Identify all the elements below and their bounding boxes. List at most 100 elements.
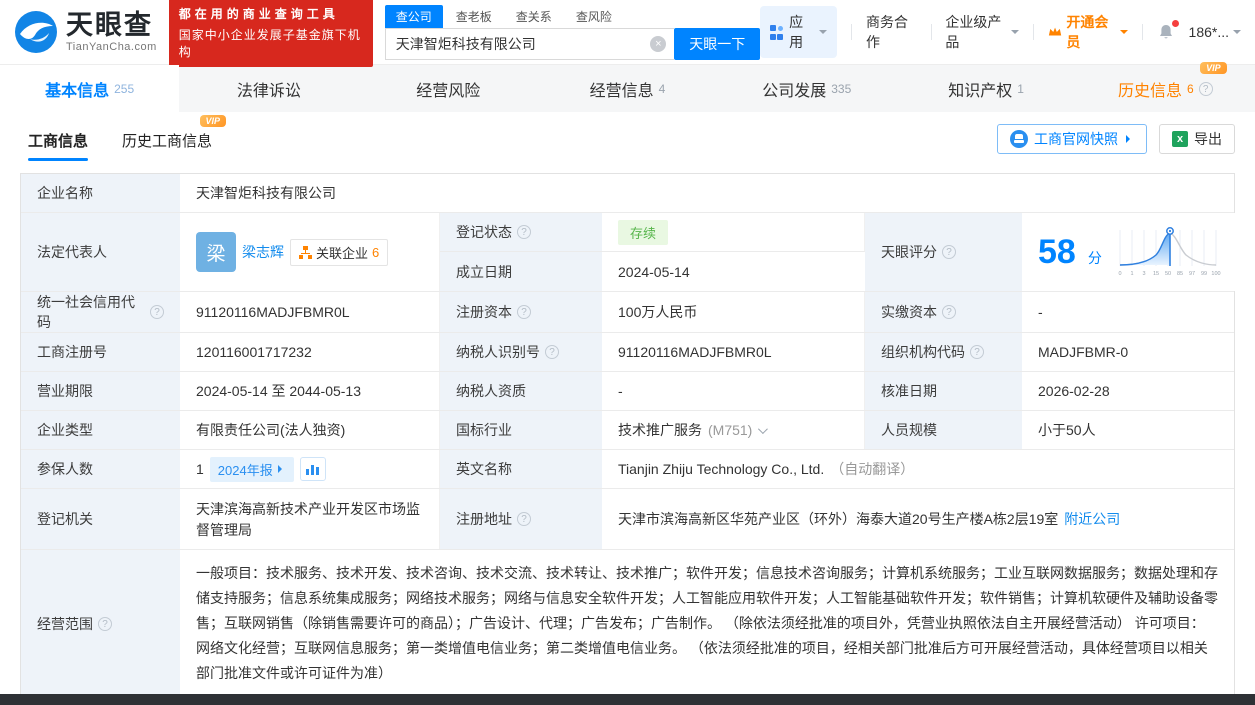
table-row: 法定代表人 梁 梁志辉 关联企业 6 登记状态 存续 成立日期 2024-05 [21, 213, 1240, 292]
svg-text:50: 50 [1165, 271, 1171, 277]
company-name-value: 天津智炬科技有限公司 [180, 174, 1234, 212]
tab-label: 基本信息 [45, 82, 110, 100]
help-icon[interactable] [942, 245, 956, 259]
open-vip-menu[interactable]: 开通会员 [1048, 12, 1128, 52]
company-type-value: 有限责任公司(法人独资) [180, 411, 440, 449]
auto-translate-note: （自动翻译） [830, 461, 915, 477]
related-companies-badge[interactable]: 关联企业 6 [290, 238, 389, 266]
notification-bell[interactable] [1157, 20, 1179, 41]
help-icon[interactable] [517, 225, 531, 239]
tab-operating-risk[interactable]: 经营风险 [359, 65, 538, 112]
insured-label: 参保人数 [21, 450, 180, 488]
legal-rep-value: 梁 梁志辉 关联企业 6 [180, 213, 440, 291]
search-area: 查公司 查老板 查关系 查风险 天眼一下 [384, 4, 761, 60]
paid-capital-value: - [1022, 292, 1234, 332]
reg-address-label: 注册地址 [440, 489, 602, 549]
divider [851, 24, 853, 40]
insured-trend-button[interactable] [299, 457, 326, 481]
legal-rep-avatar[interactable]: 梁 [196, 232, 236, 272]
account-menu[interactable]: 186*... [1188, 24, 1242, 40]
annual-report-badge[interactable]: 2024年报 [209, 456, 294, 482]
export-button[interactable]: 导出 [1159, 124, 1235, 154]
divider [1033, 24, 1035, 40]
stamp-icon [1010, 130, 1028, 148]
help-icon[interactable] [942, 305, 956, 319]
taxpayer-quality-label: 纳税人资质 [440, 372, 602, 410]
company-type-label: 企业类型 [21, 411, 180, 449]
business-info-table: 企业名称 天津智炬科技有限公司 法定代表人 梁 梁志辉 关联企业 6 登记状态 … [20, 173, 1240, 698]
table-row: 工商注册号 120116001717232 纳税人识别号 91120116MAD… [21, 333, 1234, 372]
logo-domain: TianYanCha.com [66, 40, 157, 53]
snapshot-label: 工商官网快照 [1034, 131, 1118, 147]
approval-date-label: 核准日期 [865, 372, 1022, 410]
search-button[interactable]: 天眼一下 [674, 27, 761, 60]
business-term-label: 营业期限 [21, 372, 180, 410]
svg-text:3: 3 [1142, 271, 1145, 277]
tab-count: 255 [114, 81, 135, 96]
subtab-row: 工商信息 历史工商信息 VIP 工商官网快照 导出 [0, 112, 1255, 166]
crown-icon [1049, 27, 1062, 36]
credit-code-label: 统一社会信用代码 [21, 292, 180, 332]
search-clear-icon[interactable] [650, 35, 667, 52]
table-row: 企业名称 天津智炬科技有限公司 [21, 174, 1234, 213]
notification-dot [1171, 20, 1179, 27]
score-label: 天眼评分 [865, 213, 1022, 291]
search-tab-risk[interactable]: 查风险 [565, 5, 623, 28]
paid-capital-label: 实缴资本 [865, 292, 1022, 332]
help-icon[interactable] [545, 345, 559, 359]
official-snapshot-button[interactable]: 工商官网快照 [997, 124, 1147, 154]
help-icon[interactable] [517, 512, 531, 526]
brand-slogan: 都在用的商业查询工具 国家中小企业发展子基金旗下机构 [168, 0, 373, 67]
help-icon[interactable] [1198, 81, 1213, 96]
tab-intellectual-property[interactable]: 知识产权 1 [896, 65, 1075, 112]
subtab-label: 历史工商信息 [122, 132, 213, 150]
tab-label: 知识产权 [948, 82, 1013, 100]
search-input[interactable] [384, 27, 675, 60]
table-row: 营业期限 2024-05-14 至 2044-05-13 纳税人资质 - 核准日… [21, 372, 1234, 411]
business-scope-value: 一般项目：技术服务、技术开发、技术咨询、技术交流、技术转让、技术推广；软件开发；… [180, 550, 1234, 697]
reg-authority-label: 登记机关 [21, 489, 180, 549]
staff-size-value: 小于50人 [1022, 411, 1234, 449]
tab-operating-info[interactable]: 经营信息 4 [538, 65, 717, 112]
caret-down-icon [1119, 30, 1128, 38]
business-cooperation-link[interactable]: 商务合作 [866, 12, 917, 52]
search-tab-relation[interactable]: 查关系 [505, 5, 563, 28]
tab-count: 4 [658, 81, 666, 96]
status-date-block: 登记状态 存续 成立日期 2024-05-14 [440, 213, 865, 291]
annual-report-label: 2024年报 [217, 462, 273, 478]
tab-company-development[interactable]: 公司发展 335 [717, 65, 896, 112]
subtab-business-info[interactable]: 工商信息 [28, 114, 89, 165]
enterprise-products-menu[interactable]: 企业级产品 [945, 12, 1020, 52]
subtab-history-business-info[interactable]: 历史工商信息 VIP [122, 114, 227, 165]
account-phone: 186*... [1188, 24, 1230, 40]
table-row: 参保人数 1 2024年报 英文名称 Tianjin Zhiju Technol… [21, 450, 1234, 489]
tab-label: 经营信息 [589, 82, 654, 100]
help-icon[interactable] [970, 345, 984, 359]
tab-legal-proceedings[interactable]: 法律诉讼 [179, 65, 358, 112]
tab-count: 6 [1186, 81, 1194, 96]
divider [1141, 24, 1143, 40]
tab-history-info[interactable]: 历史信息 6 VIP [1076, 61, 1255, 112]
nearby-companies-link[interactable]: 附近公司 [1064, 509, 1120, 529]
search-tab-boss[interactable]: 查老板 [445, 5, 503, 28]
help-icon[interactable] [517, 305, 531, 319]
insured-value: 1 2024年报 [180, 450, 440, 488]
related-count: 6 [372, 244, 380, 260]
tianyancha-logo[interactable]: 天眼查 TianYanCha.com [14, 10, 157, 54]
caret-down-icon [819, 30, 828, 38]
tab-basic-info[interactable]: 基本信息 255 [0, 65, 180, 112]
search-tab-company[interactable]: 查公司 [384, 4, 443, 28]
reg-number-value: 120116001717232 [180, 333, 440, 371]
apps-label: 应用 [789, 14, 804, 50]
taxpayer-quality-value: - [602, 372, 865, 410]
help-icon[interactable] [98, 616, 112, 631]
apps-menu[interactable]: 应用 [760, 6, 838, 58]
reg-number-label: 工商注册号 [21, 333, 180, 371]
tab-count: 335 [831, 81, 852, 96]
search-tabs: 查公司 查老板 查关系 查风险 [384, 4, 761, 28]
caret-down-icon [1011, 30, 1020, 38]
chevron-down-icon[interactable] [758, 423, 769, 434]
divider [930, 24, 932, 40]
help-icon[interactable] [150, 305, 164, 319]
legal-rep-name-link[interactable]: 梁志辉 [242, 242, 284, 262]
